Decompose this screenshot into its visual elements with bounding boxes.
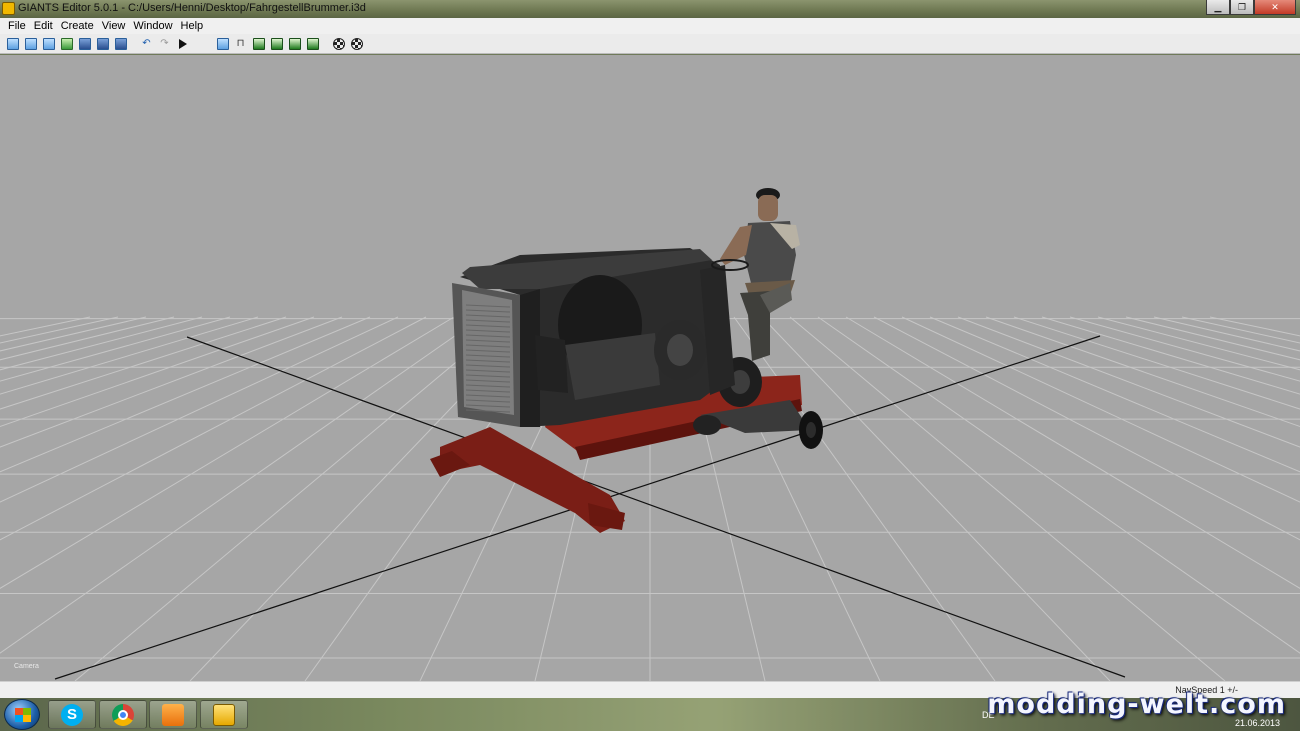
camera-label: Camera (14, 663, 39, 670)
toolbar-separator (130, 36, 138, 52)
window-titlebar[interactable]: GIANTS Editor 5.0.1 - C:/Users/Henni/Des… (0, 0, 1300, 18)
import-icon[interactable] (40, 36, 57, 52)
cloth-icon[interactable] (348, 36, 365, 52)
taskbar-app-giants-editor[interactable] (200, 700, 248, 729)
redo-icon[interactable]: ↷ (156, 36, 173, 52)
terrain-paint-icon[interactable] (268, 36, 285, 52)
toolbar-separator (192, 36, 214, 52)
toolbar-separator (322, 36, 330, 52)
scene-render (0, 188, 1300, 681)
giants-app-icon (2, 2, 15, 15)
window-controls: ▁ ❐ ✕ (1206, 0, 1296, 15)
window-title: GIANTS Editor 5.0.1 - C:/Users/Henni/Des… (18, 2, 366, 14)
menu-bar: File Edit Create View Window Help (0, 18, 1300, 34)
toolbar: ↶ ↷ ⊓ (0, 34, 1300, 54)
menu-create[interactable]: Create (57, 20, 98, 32)
3d-viewport[interactable]: Camera (0, 55, 1300, 681)
undo-icon[interactable]: ↶ (138, 36, 155, 52)
media-player-icon (162, 703, 184, 726)
giants-editor-icon (213, 703, 235, 726)
save-as-icon[interactable] (94, 36, 111, 52)
play-icon[interactable] (174, 36, 191, 52)
menu-window[interactable]: Window (129, 20, 176, 32)
export-icon[interactable] (112, 36, 129, 52)
navmesh-icon[interactable] (330, 36, 347, 52)
start-button[interactable] (4, 699, 40, 730)
windows-logo-icon (15, 708, 31, 722)
select-icon[interactable] (214, 36, 231, 52)
minimize-button[interactable]: ▁ (1206, 0, 1230, 15)
chrome-icon (112, 703, 134, 726)
menu-file[interactable]: File (4, 20, 30, 32)
taskbar-app-skype[interactable]: S (48, 700, 96, 729)
new-icon[interactable] (4, 36, 21, 52)
terrain-detail-icon[interactable] (304, 36, 321, 52)
menu-view[interactable]: View (98, 20, 130, 32)
reload-icon[interactable] (58, 36, 75, 52)
terrain-sculpt-icon[interactable] (250, 36, 267, 52)
terrain-foliage-icon[interactable] (286, 36, 303, 52)
close-button[interactable]: ✕ (1254, 0, 1296, 15)
menu-edit[interactable]: Edit (30, 20, 57, 32)
taskbar-app-media-player[interactable] (149, 700, 197, 729)
save-icon[interactable] (76, 36, 93, 52)
skype-icon: S (61, 703, 83, 726)
maximize-button[interactable]: ❐ (1230, 0, 1254, 15)
move-icon[interactable]: ⊓ (232, 36, 249, 52)
open-icon[interactable] (22, 36, 39, 52)
watermark-text: modding-welt.com (987, 689, 1286, 720)
taskbar-app-chrome[interactable] (99, 700, 147, 729)
menu-help[interactable]: Help (177, 20, 208, 32)
